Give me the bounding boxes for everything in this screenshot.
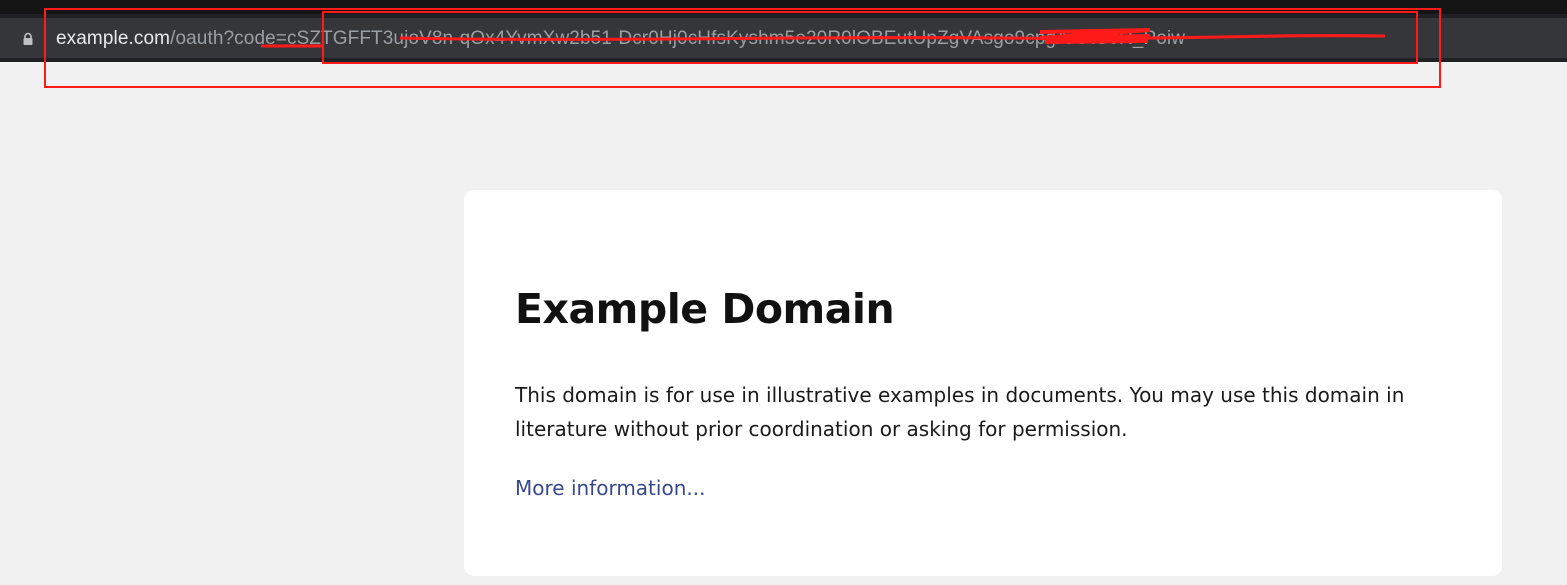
url-path-tail: VAsgo9cpgAAAGJR_Poiw	[959, 28, 1186, 49]
url-text[interactable]: example.com/oauth?code=cSZTGFFT3ujoV8n-q…	[56, 28, 1185, 50]
window-top-strip	[0, 0, 1567, 14]
content-card: Example Domain This domain is for use in…	[464, 190, 1502, 576]
url-domain: example.com	[56, 28, 171, 49]
page-title: Example Domain	[515, 285, 895, 333]
lock-icon[interactable]	[21, 32, 35, 46]
more-information-link[interactable]: More information...	[515, 471, 705, 505]
address-bar[interactable]: example.com/oauth?code=cSZTGFFT3ujoV8n-q…	[0, 18, 1567, 58]
browser-toolbar: example.com/oauth?code=cSZTGFFT3ujoV8n-q…	[0, 14, 1567, 62]
page-description: This domain is for use in illustrative e…	[515, 383, 1405, 441]
url-path: /oauth?code=cSZTGFFT3ujoV8n-qOx4YvmXw2b5…	[170, 28, 960, 49]
